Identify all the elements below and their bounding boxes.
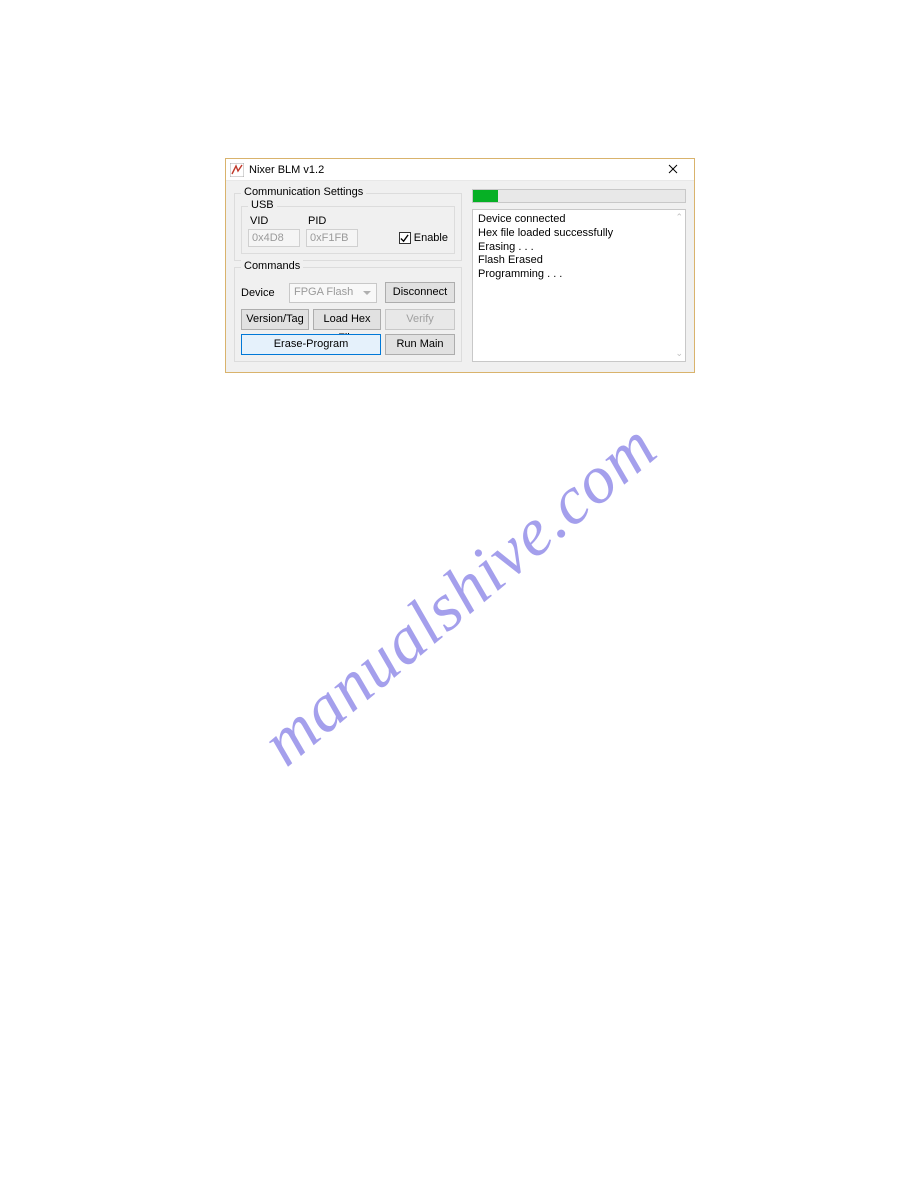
usb-label: USB: [248, 199, 277, 211]
vid-field: [248, 229, 300, 247]
enable-checkbox[interactable]: [399, 232, 411, 244]
erase-program-button[interactable]: Erase-Program: [241, 334, 381, 355]
document-frame: Nixer BLM v1.2 Communication Settings US…: [225, 158, 695, 373]
disconnect-button[interactable]: Disconnect: [385, 282, 455, 303]
usb-group: USB VID PID: [241, 206, 455, 254]
command-button-grid: Version/Tag Load Hex File Verify Erase-P…: [241, 309, 455, 355]
device-label: Device: [241, 287, 281, 299]
client-area: Communication Settings USB VID PID: [226, 181, 694, 372]
scroll-down-icon[interactable]: ⌄: [675, 348, 683, 359]
scroll-up-icon[interactable]: ⌃: [675, 212, 683, 223]
log-line: Erasing . . .: [478, 241, 680, 255]
watermark: manualshive.com: [246, 407, 671, 782]
usb-row: VID PID Enable: [248, 215, 448, 247]
device-combo-value: FPGA Flash: [294, 286, 353, 298]
device-row: Device FPGA Flash Disconnect: [241, 282, 455, 303]
app-icon: [230, 163, 244, 177]
pid-field: [306, 229, 358, 247]
commands-group: Commands Device FPGA Flash Disconnect Ve…: [234, 267, 462, 362]
communication-settings-label: Communication Settings: [241, 186, 366, 198]
pid-label: PID: [306, 215, 358, 227]
close-button[interactable]: [658, 162, 688, 177]
log-output: ⌃ Device connected Hex file loaded succe…: [472, 209, 686, 362]
progress-fill: [473, 190, 498, 202]
right-column: ⌃ Device connected Hex file loaded succe…: [472, 187, 686, 362]
log-line: Programming . . .: [478, 268, 680, 282]
app-window: Nixer BLM v1.2 Communication Settings US…: [226, 159, 694, 372]
run-main-button[interactable]: Run Main: [385, 334, 455, 355]
pid-column: PID: [306, 215, 358, 247]
titlebar: Nixer BLM v1.2: [226, 159, 694, 181]
vid-column: VID: [248, 215, 300, 247]
enable-checkbox-wrap[interactable]: Enable: [399, 232, 448, 244]
vid-label: VID: [248, 215, 300, 227]
log-line: Flash Erased: [478, 254, 680, 268]
titlebar-left: Nixer BLM v1.2: [230, 163, 324, 177]
enable-label: Enable: [414, 232, 448, 244]
progress-bar: [472, 189, 686, 203]
commands-label: Commands: [241, 260, 303, 272]
window-title: Nixer BLM v1.2: [249, 164, 324, 176]
left-column: Communication Settings USB VID PID: [234, 187, 462, 362]
log-line: Device connected: [478, 213, 680, 227]
communication-settings-group: Communication Settings USB VID PID: [234, 193, 462, 261]
verify-button[interactable]: Verify: [385, 309, 455, 330]
device-combo[interactable]: FPGA Flash: [289, 283, 377, 303]
load-hex-button[interactable]: Load Hex File: [313, 309, 381, 330]
version-tag-button[interactable]: Version/Tag: [241, 309, 309, 330]
log-line: Hex file loaded successfully: [478, 227, 680, 241]
